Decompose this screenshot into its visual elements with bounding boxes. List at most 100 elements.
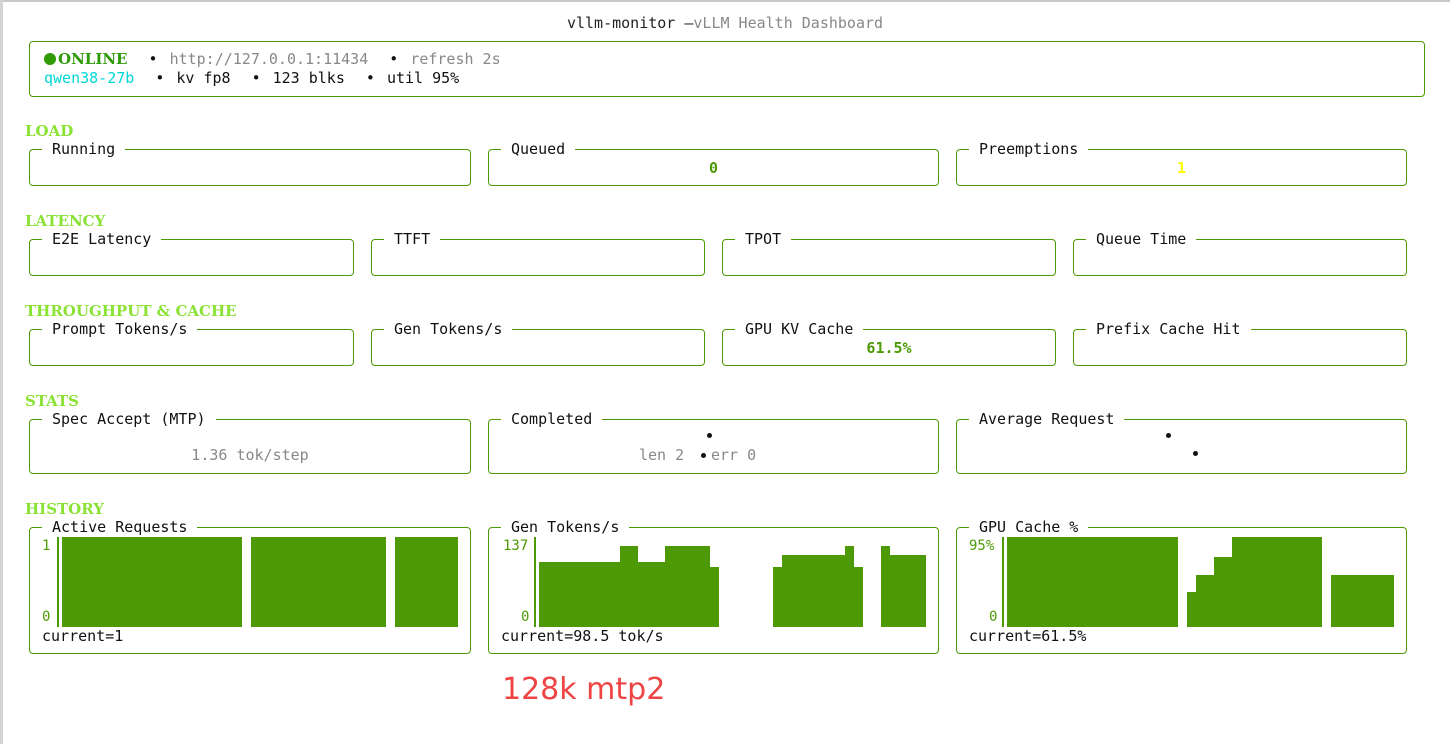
panel-ttft: TTFT xyxy=(371,230,705,276)
y-axis-max: 137 xyxy=(503,538,529,554)
y-axis-min: 0 xyxy=(521,609,530,625)
history-bar xyxy=(845,546,854,627)
window-left-edge xyxy=(0,0,3,744)
history-bar xyxy=(1007,537,1178,627)
panel-title: Prompt Tokens/s xyxy=(42,320,198,338)
panel-title: Prefix Cache Hit xyxy=(1086,320,1251,338)
panel-title: Gen Tokens/s xyxy=(501,518,630,536)
panel-gen-tokens: Gen Tokens/s xyxy=(371,320,705,366)
online-status-icon xyxy=(44,53,56,65)
panel-title: Queued xyxy=(501,140,576,158)
history-bar xyxy=(1232,537,1322,627)
history-gpu-cache: GPU Cache % 95% 0 current=61.5% xyxy=(956,518,1407,654)
panel-title: Spec Accept (MTP) xyxy=(42,410,216,428)
y-axis-max: 1 xyxy=(42,538,51,554)
spec-accept-value: 1.36 tok/step xyxy=(191,446,309,464)
history-gen-tokens: Gen Tokens/s 137 0 current=98.5 tok/s xyxy=(488,518,939,654)
history-bar xyxy=(62,537,242,627)
plot-area xyxy=(1007,537,1403,627)
panel-tpot: TPOT xyxy=(722,230,1056,276)
panel-title: Gen Tokens/s xyxy=(384,320,513,338)
history-bar xyxy=(773,567,782,627)
gpu-kv-value: 61.5% xyxy=(866,339,912,357)
panel-title: TPOT xyxy=(735,230,792,248)
y-axis-line xyxy=(1002,537,1004,627)
panel-title: Completed xyxy=(501,410,603,428)
bullet-icon xyxy=(707,433,712,438)
separator: • xyxy=(251,69,261,87)
history-bar xyxy=(1214,557,1232,627)
y-axis-max: 95% xyxy=(969,538,995,554)
online-status: ONLINE xyxy=(58,50,128,68)
y-axis-min: 0 xyxy=(42,609,51,625)
separator: • xyxy=(148,50,158,68)
panel-gpu-kv-cache: GPU KV Cache 61.5% xyxy=(722,320,1056,366)
y-axis-line xyxy=(534,537,536,627)
current-value: current=61.5% xyxy=(969,627,1087,645)
bullet-icon xyxy=(1166,433,1171,438)
refresh-interval: refresh 2s xyxy=(410,50,501,68)
y-axis-min: 0 xyxy=(989,609,998,625)
current-value: current=98.5 tok/s xyxy=(501,627,664,645)
panel-prefix-cache: Prefix Cache Hit xyxy=(1073,320,1407,366)
panel-running: Running xyxy=(29,140,471,186)
panel-average-request: Average Request xyxy=(956,410,1407,474)
history-bar xyxy=(539,562,620,627)
panel-title: Preemptions xyxy=(969,140,1089,158)
plot-area xyxy=(62,537,458,627)
panel-queue-time: Queue Time xyxy=(1073,230,1407,276)
panel-title: Running xyxy=(42,140,126,158)
history-bar xyxy=(665,546,710,627)
history-bar xyxy=(1331,575,1394,627)
history-bar xyxy=(638,562,665,627)
history-bar xyxy=(890,555,926,627)
panel-title: TTFT xyxy=(384,230,441,248)
history-bar xyxy=(854,567,863,627)
current-value: current=1 xyxy=(42,627,124,645)
panel-title: GPU KV Cache xyxy=(735,320,864,338)
status-line-2: qwen38-27b • kv fp8 • 123 blks • util 95% xyxy=(44,69,459,87)
queued-value: 0 xyxy=(708,159,719,177)
history-bar xyxy=(782,555,845,627)
block-count: 123 blks xyxy=(272,69,345,87)
y-axis-line xyxy=(57,537,59,627)
status-line-1: ONLINE • http://127.0.0.1:11434 • refresh … xyxy=(44,50,501,68)
server-url: http://127.0.0.1:11434 xyxy=(169,50,369,68)
window-top-edge xyxy=(0,0,1450,2)
section-load: LOAD xyxy=(25,122,74,140)
panel-completed: Completed len 2 err 0 xyxy=(488,410,939,474)
plot-area xyxy=(539,537,935,627)
panel-title: GPU Cache % xyxy=(969,518,1089,536)
history-active-requests: Active Requests 1 0 current=1 xyxy=(29,518,471,654)
panel-title: Average Request xyxy=(969,410,1125,428)
panel-title: Active Requests xyxy=(42,518,198,536)
page-title: vllm-monitor —vLLM Health Dashboard xyxy=(0,14,1450,32)
history-bar xyxy=(251,537,386,627)
title-main: vllm-monitor — xyxy=(566,14,694,32)
panel-title: Queue Time xyxy=(1086,230,1197,248)
panel-e2e-latency: E2E Latency xyxy=(29,230,354,276)
annotation-note: 128k mtp2 xyxy=(502,672,666,707)
separator: • xyxy=(155,69,165,87)
history-bar xyxy=(710,567,719,627)
section-throughput: THROUGHPUT & CACHE xyxy=(25,302,237,320)
panel-spec-accept: Spec Accept (MTP) 1.36 tok/step xyxy=(29,410,471,474)
separator: • xyxy=(389,50,399,68)
history-bar xyxy=(1196,575,1214,627)
panel-prompt-tokens: Prompt Tokens/s xyxy=(29,320,354,366)
model-name: qwen38-27b xyxy=(44,69,135,87)
history-bar xyxy=(620,546,638,627)
bullet-icon xyxy=(701,453,706,458)
preemptions-value: 1 xyxy=(1176,159,1187,177)
history-bar xyxy=(1187,592,1196,627)
title-sub: vLLM Health Dashboard xyxy=(693,14,884,32)
separator: • xyxy=(365,69,375,87)
history-bar xyxy=(881,546,890,627)
section-history: HISTORY xyxy=(25,500,104,518)
gpu-util: util 95% xyxy=(386,69,460,87)
bullet-icon xyxy=(1193,451,1198,456)
panel-title: E2E Latency xyxy=(42,230,162,248)
panel-queued: Queued 0 xyxy=(488,140,939,186)
status-panel: ONLINE • http://127.0.0.1:11434 • refresh … xyxy=(29,41,1425,97)
kv-dtype: kv fp8 xyxy=(176,69,231,87)
